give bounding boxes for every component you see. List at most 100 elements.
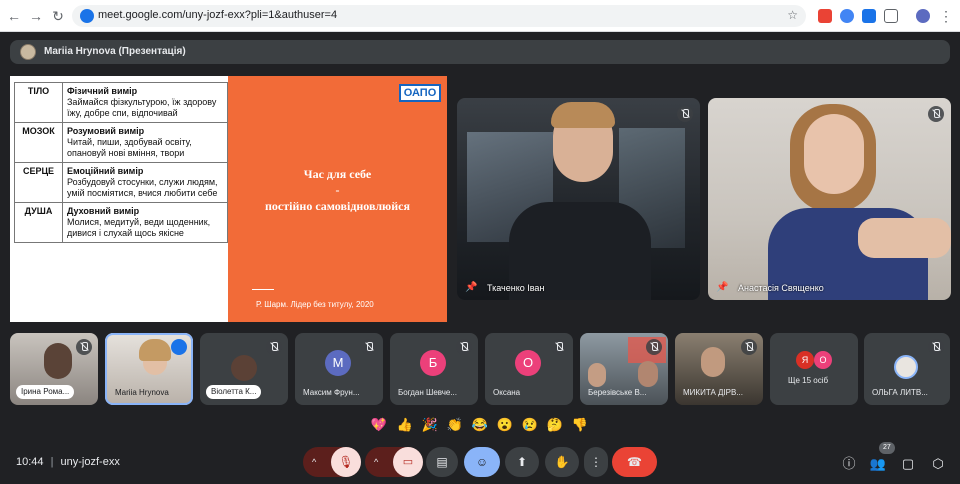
reaction-sad[interactable]: 😢 <box>521 416 539 434</box>
slide-orange-panel: ОАПО Час для себе - постійно самовідновл… <box>228 76 447 322</box>
slide-row-head: Емоційний вимір <box>67 166 144 176</box>
slide-table: ТІЛО Фізичний вимір Займайся фізкультурою… <box>14 82 228 243</box>
participant-face <box>638 361 658 387</box>
reaction-surprised[interactable]: 😮 <box>496 416 514 434</box>
pin-icon[interactable]: 📌 <box>716 282 728 293</box>
captions-button[interactable]: ▤ <box>426 447 458 477</box>
participant-tile[interactable]: ОЛЬГА ЛИТВ... <box>864 333 950 405</box>
mic-off-icon <box>551 339 567 355</box>
presentation-slide[interactable]: ТІЛО Фізичний вимір Займайся фізкультурою… <box>10 76 447 322</box>
participant-hair <box>551 102 615 128</box>
participant-name: Ірина Рома... <box>16 385 75 399</box>
participant-face <box>701 347 725 377</box>
participant-tile[interactable]: М Максим Фрун... <box>295 333 383 405</box>
slide-row-body: Розбудовуй стосунки, служи людям, умій п… <box>67 177 218 198</box>
participant-face <box>588 363 606 387</box>
participant-tile[interactable]: Б Богдан Шевче... <box>390 333 478 405</box>
back-icon[interactable]: ← <box>4 6 24 26</box>
mic-off-icon <box>741 339 757 355</box>
participant-initial-avatar: М <box>325 350 351 376</box>
reaction-laugh[interactable]: 😂 <box>471 416 489 434</box>
emoji-reactions-button[interactable]: ☺ <box>464 447 500 477</box>
browser-menu-icon[interactable]: ⋮ <box>936 6 956 26</box>
slide-row-key: ТІЛО <box>14 82 63 123</box>
people-icon[interactable]: 👥 <box>869 455 887 473</box>
meeting-info: 10:44 | uny-jozf-exx <box>16 456 120 468</box>
bookmark-star-icon[interactable]: ☆ <box>787 8 798 22</box>
extension-icon[interactable] <box>818 9 832 23</box>
mic-off-icon <box>646 339 662 355</box>
participant-name: Віолетта К... <box>206 385 262 399</box>
mic-off-button[interactable]: 🎙 <box>331 447 361 477</box>
reactions-bar: 💖 👍 🎉 👏 😂 😮 😢 🤔 👎 <box>370 416 594 434</box>
slide-headline-line: - <box>335 183 340 197</box>
browser-toolbar: ← → ↻ meet.google.com/uny-jozf-exx?pli=1… <box>0 0 960 32</box>
reaction-thinking[interactable]: 🤔 <box>546 416 564 434</box>
slide-row: ДУША Духовний вимір Молися, медитуй, веди… <box>14 202 228 243</box>
site-info-icon[interactable] <box>80 9 94 23</box>
slide-citation: Р. Шарм. Лідер без титулу, 2020 <box>256 300 374 309</box>
participant-arm <box>858 218 951 258</box>
slide-row-body: Молися, медитуй, веди щоденник, дивися і… <box>67 217 211 238</box>
presenter-label: Mariia Hrynova (Презентація) <box>44 46 186 57</box>
participant-tile-tkachenko[interactable]: 📌 Ткаченко Іван <box>457 98 700 300</box>
translate-icon[interactable] <box>862 9 876 23</box>
reaction-thumbs-up[interactable]: 👍 <box>396 416 414 434</box>
slide-row: МОЗОК Розумовий вимір Читай, пиши, здобув… <box>14 122 228 163</box>
activities-icon[interactable]: ⬡ <box>929 455 947 473</box>
presentation-header: Mariia Hrynova (Презентація) <box>10 40 950 64</box>
leave-call-button[interactable]: ☎ <box>612 447 657 477</box>
meeting-details-icon[interactable]: ⓘ <box>840 455 858 473</box>
camera-options-chevron-icon[interactable]: ^ <box>374 457 378 467</box>
participant-tile[interactable]: Березівське В... <box>580 333 668 405</box>
reaction-thumbs-down[interactable]: 👎 <box>571 416 589 434</box>
hand-icon: ✋ <box>554 455 570 469</box>
mic-off-icon <box>76 339 92 355</box>
forward-icon[interactable]: → <box>26 6 46 26</box>
raise-hand-button[interactable]: ✋ <box>545 447 579 477</box>
participants-count-badge: 27 <box>879 442 895 454</box>
participant-tile[interactable]: Ірина Рома... <box>10 333 98 405</box>
present-screen-button[interactable]: ⬆ <box>505 447 539 477</box>
participant-tile-svyashchenko[interactable]: 📌 Анастасія Священко <box>708 98 951 300</box>
slide-headline-line: Час для себе <box>303 167 372 181</box>
reaction-heart[interactable]: 💖 <box>370 416 388 434</box>
participant-face <box>804 114 864 194</box>
participant-tile[interactable]: МИКИТА ДІРВ... <box>675 333 763 405</box>
mic-off-icon <box>928 339 944 355</box>
presenter-avatar <box>20 44 36 60</box>
participant-face <box>44 343 72 379</box>
participant-hair <box>139 339 171 361</box>
slide-divider <box>252 289 274 290</box>
participant-name: Оксана <box>493 388 521 397</box>
more-options-button[interactable]: ⋮ <box>584 447 608 477</box>
participant-tile[interactable]: Віолетта К... <box>200 333 288 405</box>
extensions-puzzle-icon[interactable] <box>884 9 898 23</box>
participant-name: Анастасія Священко <box>738 283 824 293</box>
participant-name: Березівське В... <box>588 388 647 397</box>
address-bar[interactable]: meet.google.com/uny-jozf-exx?pli=1&authu… <box>72 5 806 27</box>
slide-row-key: СЕРЦЕ <box>14 162 63 203</box>
mic-off-icon <box>361 339 377 355</box>
participant-tile-active-speaker[interactable]: Mariia Hrynova <box>105 333 193 405</box>
slide-logo: ОАПО <box>399 84 441 102</box>
meeting-separator: | <box>50 456 54 468</box>
participant-name: ОЛЬГА ЛИТВ... <box>872 388 928 397</box>
mic-options-chevron-icon[interactable]: ^ <box>312 457 316 467</box>
slide-row-body: Займайся фізкультурою, їж здорову їжу, д… <box>67 97 217 118</box>
extension-icon[interactable] <box>840 9 854 23</box>
pin-icon[interactable]: 📌 <box>465 282 477 293</box>
profile-avatar[interactable] <box>916 9 930 23</box>
reaction-clap[interactable]: 👏 <box>446 416 464 434</box>
chat-icon[interactable]: ▢ <box>899 455 917 473</box>
reaction-party[interactable]: 🎉 <box>421 416 439 434</box>
slide-row: ТІЛО Фізичний вимір Займайся фізкультурою… <box>14 82 228 123</box>
participant-tile[interactable]: О Оксана <box>485 333 573 405</box>
participant-name: Богдан Шевче... <box>398 388 457 397</box>
camera-off-button[interactable]: ▭ <box>393 447 423 477</box>
participant-initial-avatar: О <box>515 350 541 376</box>
more-participants-tile[interactable]: Я О Ще 15 осіб <box>770 333 858 405</box>
reload-icon[interactable]: ↻ <box>48 6 68 26</box>
mic-off-icon <box>677 106 693 122</box>
participant-name: Максим Фрун... <box>303 388 360 397</box>
